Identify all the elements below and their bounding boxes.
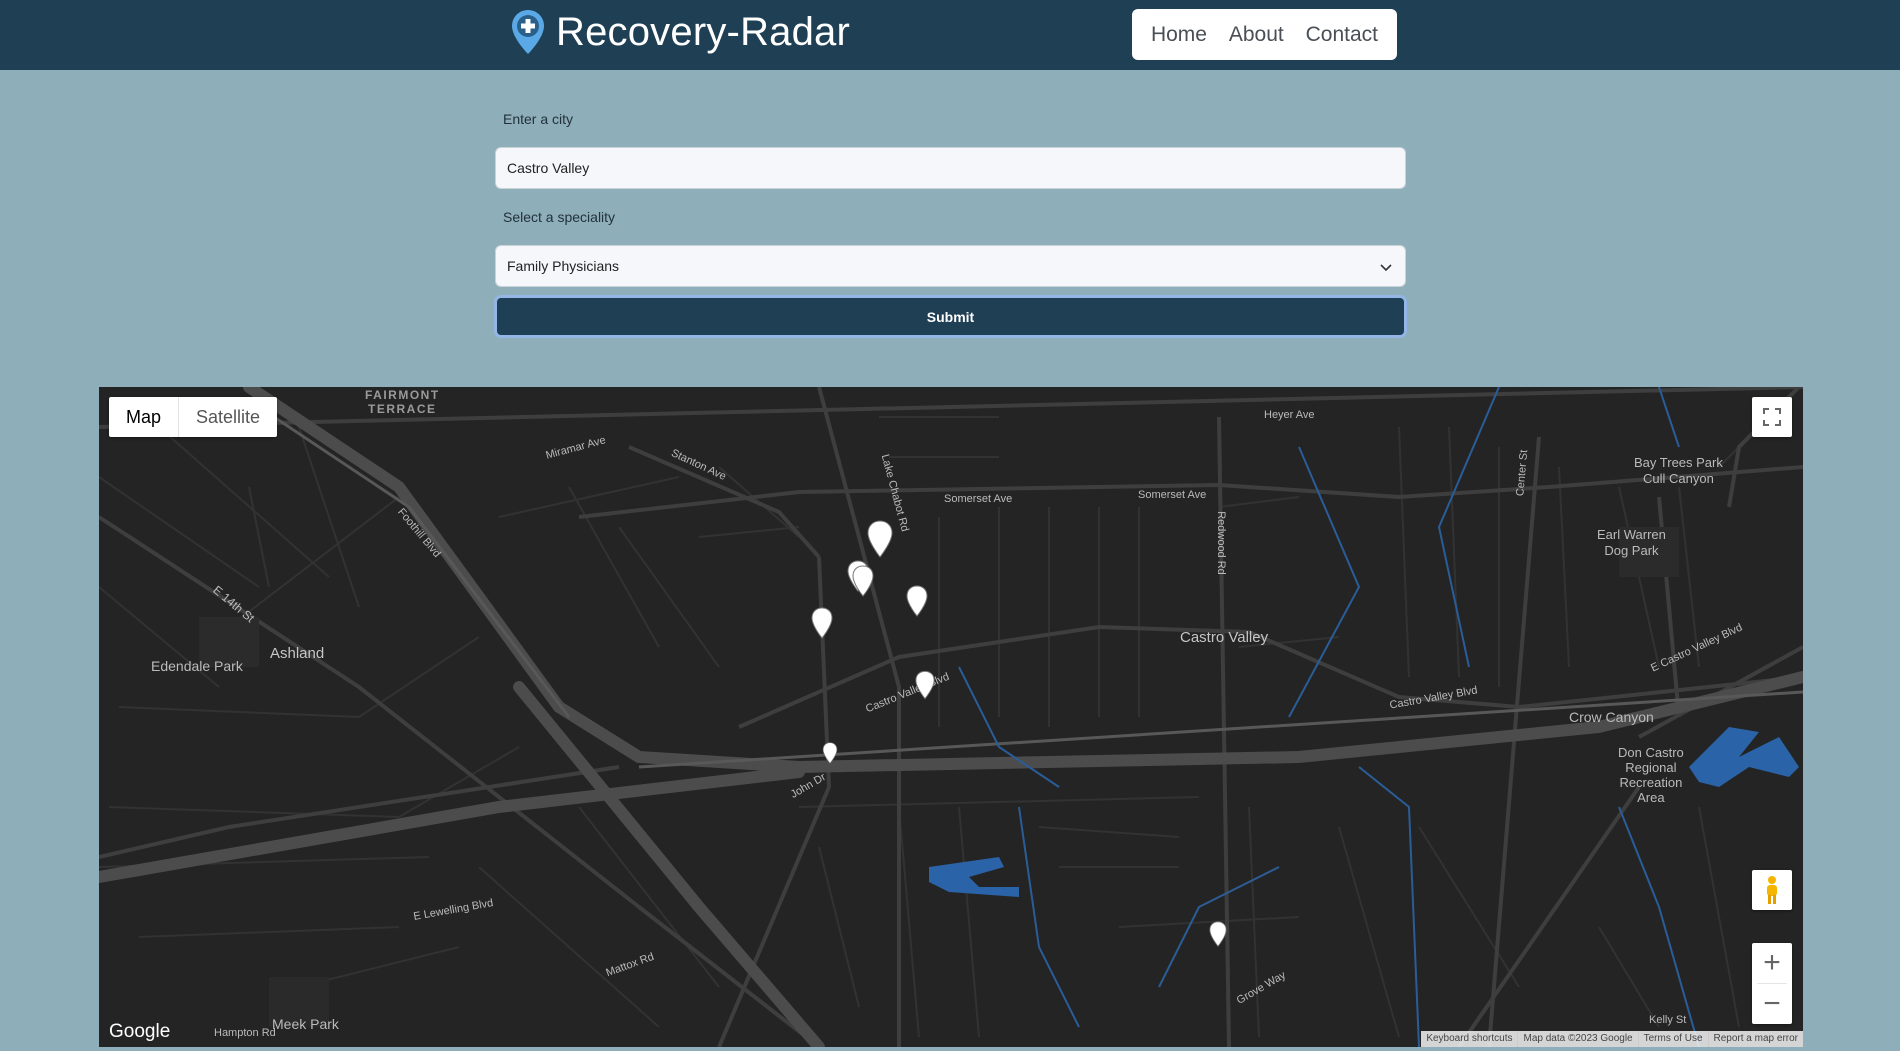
fullscreen-icon — [1763, 408, 1781, 426]
top-navbar: Recovery-Radar Home About Contact — [0, 0, 1900, 70]
street-label: Redwood Rd — [1214, 511, 1227, 575]
submit-button[interactable]: Submit — [494, 295, 1407, 338]
map-marker-icon[interactable] — [1209, 921, 1227, 947]
report-map-error-link[interactable]: Report a map error — [1707, 1031, 1803, 1047]
map-attribution: Keyboard shortcuts Map data ©2023 Google… — [1421, 1031, 1803, 1047]
map-type-map-button[interactable]: Map — [109, 397, 180, 437]
place-label-bay-trees: Bay Trees Park Cull Canyon — [1634, 455, 1723, 486]
street-label: Somerset Ave — [944, 493, 1013, 505]
map-type-satellite-button[interactable]: Satellite — [179, 397, 277, 437]
map-pin-medical-icon — [512, 10, 544, 54]
map-data-text: Map data ©2023 Google — [1517, 1031, 1637, 1047]
street-label: Somerset Ave — [1138, 489, 1207, 501]
nav-about-link[interactable]: About — [1229, 23, 1284, 47]
street-view-pegman-button[interactable] — [1752, 870, 1792, 910]
speciality-selected-value: Family Physicians — [507, 258, 620, 274]
google-logo: Google — [109, 1021, 171, 1042]
map-tiles — [99, 387, 1803, 1047]
nav-menu: Home About Contact — [1132, 9, 1397, 60]
street-label: Hampton Rd — [214, 1027, 276, 1039]
place-label-crow-canyon: Crow Canyon — [1569, 709, 1654, 725]
nav-home-link[interactable]: Home — [1151, 23, 1207, 47]
place-label-edendale: Edendale Park — [151, 658, 243, 674]
keyboard-shortcuts-link[interactable]: Keyboard shortcuts — [1421, 1031, 1517, 1047]
map-marker-icon[interactable] — [822, 742, 838, 764]
map-marker-icon[interactable] — [915, 670, 935, 700]
area-label-fairmont: FAIRMONT TERRACE — [365, 388, 440, 416]
city-input[interactable] — [495, 147, 1406, 189]
map-marker-icon[interactable] — [811, 607, 833, 639]
place-label-earl-warren: Earl Warren Dog Park — [1597, 527, 1666, 558]
map-marker-icon[interactable] — [906, 585, 928, 617]
speciality-label: Select a speciality — [503, 209, 616, 225]
chevron-down-icon — [1380, 264, 1392, 272]
map-view[interactable]: FAIRMONT TERRACE Castro Valley Ashland Ed… — [99, 387, 1803, 1047]
place-label-ashland: Ashland — [270, 645, 325, 662]
place-label-castro-valley: Castro Valley — [1180, 629, 1269, 646]
fullscreen-button[interactable] — [1752, 397, 1792, 437]
street-label: Kelly St — [1649, 1014, 1687, 1026]
terms-of-use-link[interactable]: Terms of Use — [1637, 1031, 1708, 1047]
pegman-icon — [1767, 876, 1777, 904]
zoom-in-button[interactable]: + — [1752, 943, 1792, 983]
map-marker-icon[interactable] — [852, 565, 874, 597]
brand[interactable]: Recovery-Radar — [510, 8, 850, 56]
city-label: Enter a city — [503, 111, 574, 127]
place-label-meek-park: Meek Park — [272, 1016, 339, 1032]
map-marker-icon[interactable] — [867, 520, 893, 558]
place-label-don-castro: Don Castro Regional Recreation Area — [1618, 745, 1684, 805]
street-label: Heyer Ave — [1264, 409, 1315, 421]
nav-contact-link[interactable]: Contact — [1306, 23, 1378, 47]
brand-name: Recovery-Radar — [556, 9, 851, 54]
speciality-select[interactable]: Family Physicians — [495, 245, 1406, 287]
zoom-control: + − — [1752, 943, 1792, 1024]
map-type-control: Map Satellite — [109, 397, 278, 437]
zoom-out-button[interactable]: − — [1752, 984, 1792, 1024]
